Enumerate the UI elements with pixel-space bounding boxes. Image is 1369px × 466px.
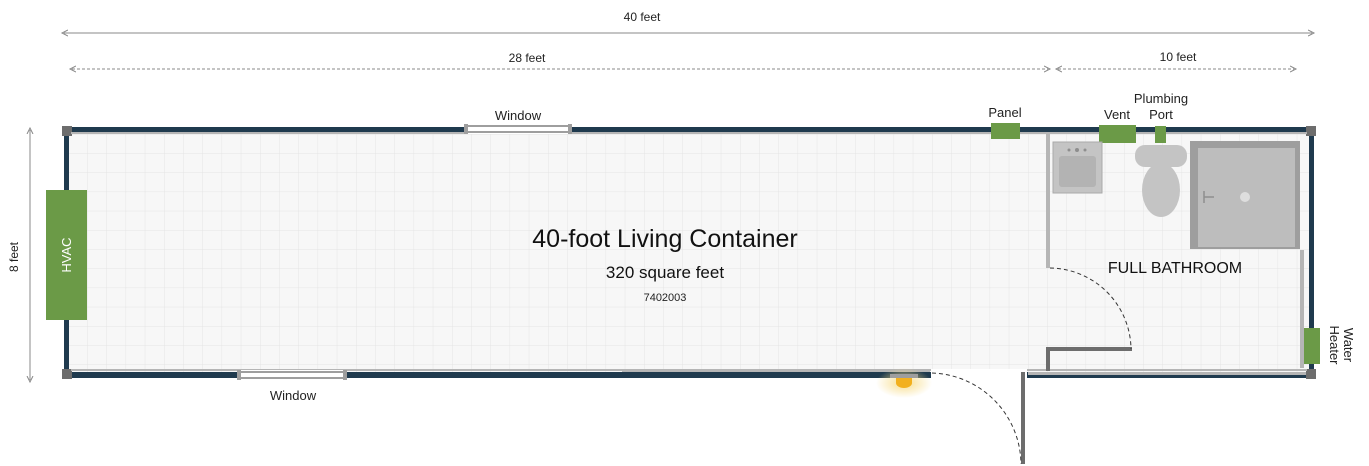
panel-label: Panel: [988, 105, 1021, 120]
floor-grid: [68, 134, 1312, 374]
hvac-unit: HVAC: [46, 190, 87, 320]
window-bottom-label: Window: [270, 388, 317, 403]
dimension-width: 8 feet: [7, 130, 30, 380]
container-title: 40-foot Living Container: [532, 225, 797, 253]
bathroom-label: FULL BATHROOM: [1108, 260, 1242, 277]
floor-plan: 40 feet 28 feet 10 feet 8 feet Window Wi…: [7, 10, 1356, 465]
dimension-bath: 10 feet: [1058, 50, 1294, 69]
water-heater-label-line1: Water: [1341, 328, 1356, 363]
container-code: 7402003: [644, 292, 687, 304]
exterior-light: [876, 368, 932, 398]
entry-door: [622, 369, 1027, 465]
electrical-panel: Panel: [988, 105, 1022, 139]
vent-label: Vent: [1104, 107, 1130, 122]
bath-length-label: 10 feet: [1160, 50, 1197, 64]
hvac-label: HVAC: [59, 237, 74, 272]
window-bottom: Window: [237, 370, 347, 403]
sink: [1052, 141, 1103, 194]
plumbing-label-line1: Plumbing: [1134, 91, 1188, 106]
dimension-living: 28 feet: [72, 51, 1048, 69]
shower: [1190, 141, 1300, 249]
water-heater: Water Heater: [1303, 325, 1356, 365]
water-heater-label-line2: Heater: [1327, 325, 1342, 365]
window-top: Window: [464, 108, 572, 134]
vent: Vent: [1099, 107, 1136, 143]
living-length-label: 28 feet: [509, 51, 546, 65]
container-area: 320 square feet: [606, 263, 724, 282]
width-label: 8 feet: [7, 241, 21, 272]
overall-length-label: 40 feet: [624, 10, 661, 24]
dimension-overall: 40 feet: [64, 10, 1312, 33]
plumbing-label-line2: Port: [1149, 107, 1173, 122]
window-top-label: Window: [495, 108, 542, 123]
